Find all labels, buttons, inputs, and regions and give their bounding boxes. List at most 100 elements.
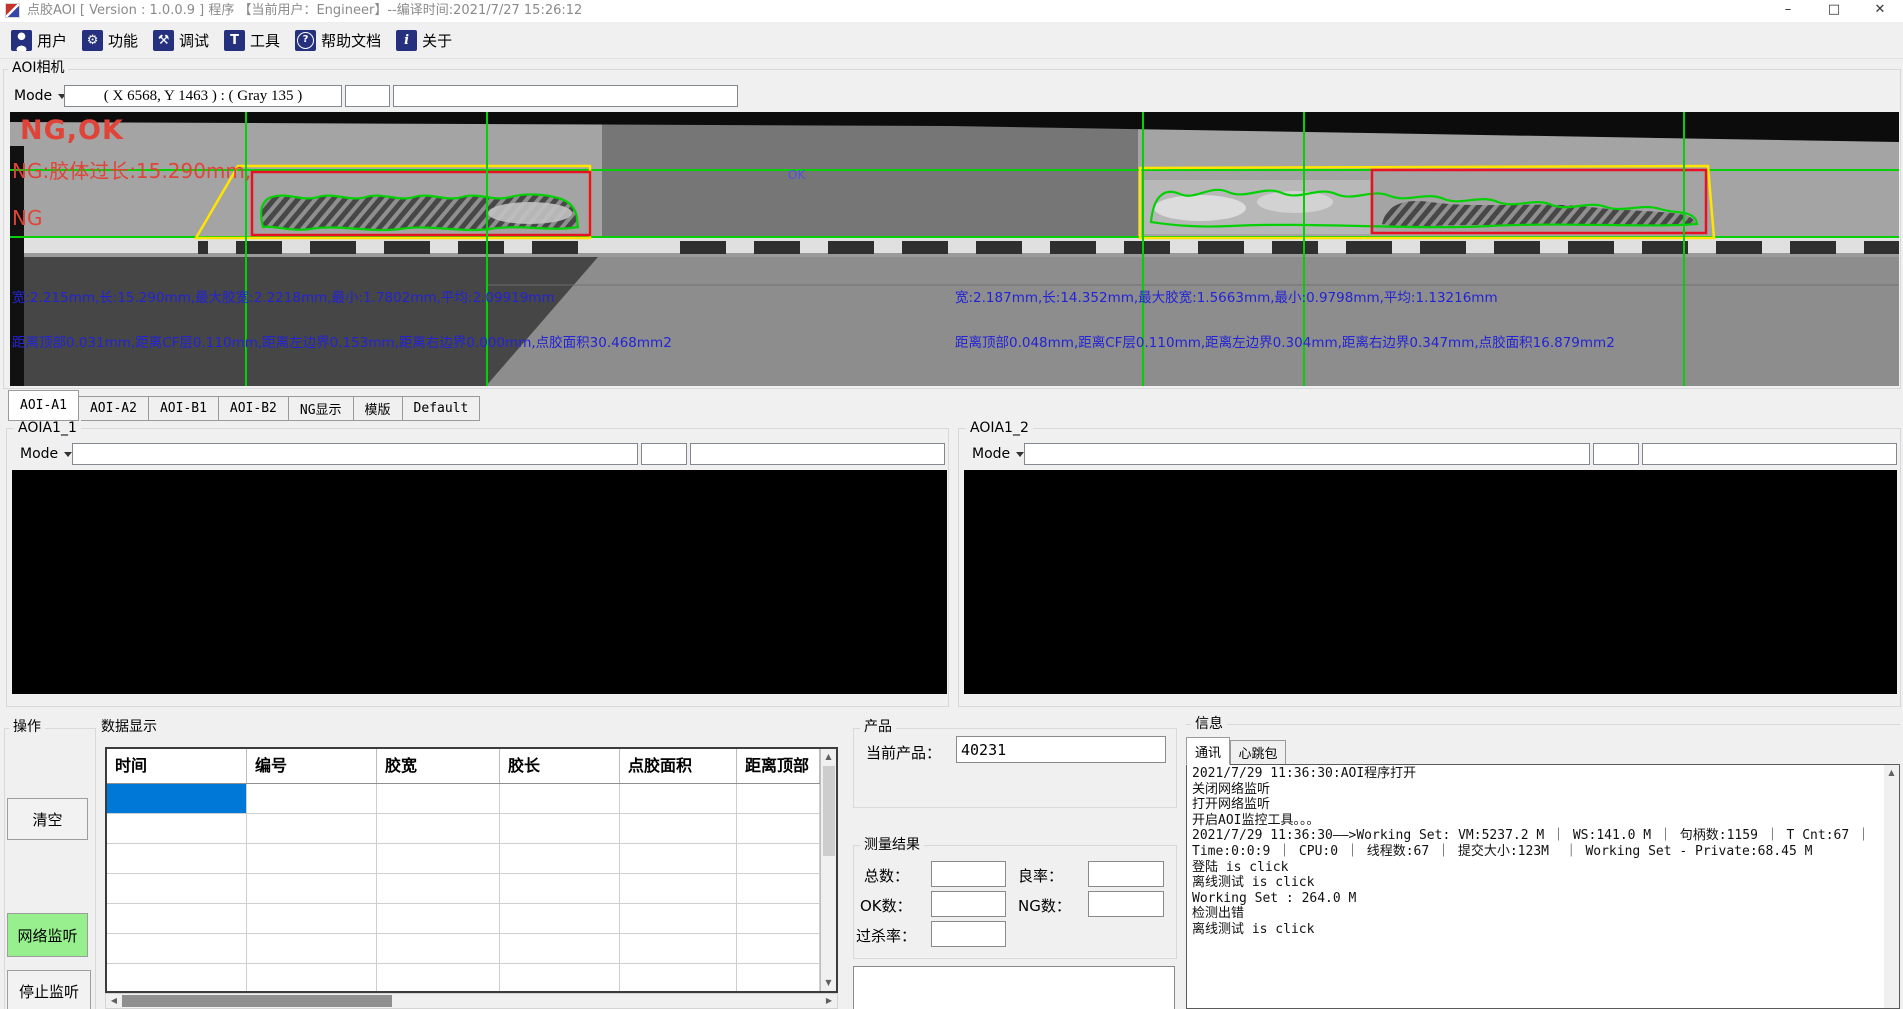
aoia1-2-mode-dropdown[interactable]: Mode [966, 443, 1030, 465]
table-cell[interactable] [377, 874, 500, 904]
aoia1-2-field-3[interactable] [1642, 443, 1897, 465]
table-vertical-scrollbar[interactable]: ▲ ▼ [820, 749, 836, 991]
tab-template[interactable]: 模版 [354, 396, 403, 421]
table-cell[interactable] [500, 874, 620, 904]
table-cell[interactable] [247, 844, 377, 874]
minimize-button[interactable]: – [1765, 0, 1811, 22]
ok-count-field[interactable] [931, 891, 1006, 917]
tab-aoi-b2[interactable]: AOI-B2 [219, 396, 289, 421]
table-cell[interactable] [620, 814, 737, 844]
scroll-right-icon[interactable]: ▶ [821, 994, 837, 1008]
aoia1-2-field-1[interactable] [1024, 443, 1590, 465]
table-row[interactable] [107, 874, 836, 904]
table-row[interactable] [107, 934, 836, 964]
aoia1-1-viewport[interactable] [12, 470, 947, 694]
table-cell[interactable] [377, 844, 500, 874]
total-value-field[interactable] [931, 861, 1006, 887]
network-listen-button[interactable]: 网络监听 [7, 913, 88, 957]
table-cell[interactable] [620, 844, 737, 874]
table-row[interactable] [107, 784, 836, 814]
table-cell[interactable] [377, 784, 500, 814]
table-cell[interactable] [500, 964, 620, 993]
scroll-left-icon[interactable]: ◀ [106, 994, 122, 1008]
column-header[interactable]: 距离顶部 [737, 749, 820, 783]
table-row[interactable] [107, 904, 836, 934]
table-cell[interactable] [107, 814, 247, 844]
table-cell[interactable] [377, 964, 500, 993]
table-horizontal-scrollbar[interactable]: ◀ ▶ [105, 993, 838, 1009]
table-cell[interactable] [500, 904, 620, 934]
table-cell[interactable] [500, 814, 620, 844]
table-cell[interactable] [107, 784, 247, 814]
tab-ng-display[interactable]: NG显示 [289, 396, 354, 421]
table-cell[interactable] [107, 964, 247, 993]
current-product-input[interactable] [956, 736, 1166, 763]
stop-listen-button[interactable]: 停止监听 [7, 970, 91, 1009]
column-header[interactable]: 胶长 [500, 749, 620, 783]
camera-mode-dropdown[interactable]: Mode [8, 85, 72, 107]
tab-heartbeat[interactable]: 心跳包 [1230, 740, 1286, 765]
aoia1-1-field-2[interactable] [641, 443, 687, 465]
scrollbar-thumb[interactable] [823, 766, 835, 856]
toolbar-button-about[interactable]: i 关于 [393, 28, 455, 53]
table-cell[interactable] [247, 784, 377, 814]
column-header[interactable]: 点胶面积 [620, 749, 737, 783]
communication-log[interactable]: 2021/7/29 11:36:30:AOI程序打开 关闭网络监听 打开网络监听… [1186, 764, 1900, 1009]
table-cell[interactable] [737, 904, 820, 934]
yield-value-field[interactable] [1088, 861, 1164, 887]
camera-field-3[interactable] [393, 85, 738, 107]
table-cell[interactable] [737, 964, 820, 993]
table-cell[interactable] [247, 964, 377, 993]
table-row[interactable] [107, 814, 836, 844]
tab-communication[interactable]: 通讯 [1186, 737, 1230, 765]
table-cell[interactable] [737, 874, 820, 904]
table-cell[interactable] [500, 844, 620, 874]
table-cell[interactable] [500, 934, 620, 964]
table-cell[interactable] [737, 814, 820, 844]
scrollbar-thumb[interactable] [122, 995, 392, 1007]
table-cell[interactable] [620, 934, 737, 964]
table-cell[interactable] [247, 874, 377, 904]
table-cell[interactable] [620, 964, 737, 993]
aoia1-1-mode-dropdown[interactable]: Mode [14, 443, 78, 465]
scroll-down-icon[interactable]: ▼ [821, 975, 836, 991]
scroll-up-icon[interactable]: ▲ [1884, 765, 1899, 781]
overkill-field[interactable] [931, 921, 1006, 947]
table-cell[interactable] [737, 784, 820, 814]
cursor-coordinate-field[interactable] [64, 85, 342, 107]
table-cell[interactable] [620, 874, 737, 904]
toolbar-button-functions[interactable]: ⚙ 功能 [79, 28, 141, 53]
log-scrollbar[interactable]: ▲ [1884, 765, 1899, 1008]
inspection-image[interactable]: NG,OK NG:胶体过长:15.290mm, NG OK 宽:2.215mm,… [10, 112, 1899, 386]
table-cell[interactable] [107, 904, 247, 934]
close-button[interactable]: ✕ [1857, 0, 1903, 22]
table-cell[interactable] [620, 784, 737, 814]
tab-aoi-a1[interactable]: AOI-A1 [8, 390, 79, 421]
tab-aoi-b1[interactable]: AOI-B1 [149, 396, 219, 421]
column-header[interactable]: 胶宽 [377, 749, 500, 783]
table-cell[interactable] [107, 934, 247, 964]
aoia1-2-viewport[interactable] [964, 470, 1897, 694]
toolbar-button-help[interactable]: ? 帮助文档 [292, 28, 384, 53]
table-cell[interactable] [737, 934, 820, 964]
aoia1-1-field-3[interactable] [690, 443, 945, 465]
data-table[interactable]: 时间编号胶宽胶长点胶面积距离顶部 ▲ ▼ [105, 747, 838, 993]
ng-count-field[interactable] [1088, 891, 1164, 917]
camera-field-2[interactable] [345, 85, 390, 107]
table-cell[interactable] [500, 784, 620, 814]
table-cell[interactable] [107, 874, 247, 904]
table-cell[interactable] [247, 934, 377, 964]
column-header[interactable]: 时间 [107, 749, 247, 783]
toolbar-button-debug[interactable]: ⚒ 调试 [150, 28, 212, 53]
tab-aoi-a2[interactable]: AOI-A2 [79, 396, 149, 421]
table-cell[interactable] [620, 904, 737, 934]
aoia1-1-field-1[interactable] [72, 443, 638, 465]
table-cell[interactable] [377, 814, 500, 844]
table-row[interactable] [107, 964, 836, 993]
table-cell[interactable] [377, 904, 500, 934]
toolbar-button-user[interactable]: 用户 [8, 28, 70, 53]
table-cell[interactable] [247, 814, 377, 844]
column-header[interactable]: 编号 [247, 749, 377, 783]
table-cell[interactable] [737, 844, 820, 874]
tab-default[interactable]: Default [403, 396, 481, 421]
